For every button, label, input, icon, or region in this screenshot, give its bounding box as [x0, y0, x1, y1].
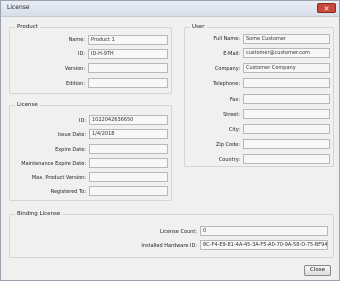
installed-hardware-id-field[interactable]: 8C-F4-E9-81-4A-45-3A-F5-A0-70-9A-58-D-75… [200, 240, 328, 250]
user-fax-label: Fax: [229, 97, 240, 103]
user-zip-field[interactable] [243, 139, 330, 149]
user-zip-label: Zip Code: [215, 142, 240, 148]
installed-hardware-id-label: Installed Hardware ID: [141, 243, 197, 249]
close-icon[interactable]: ✕ [317, 3, 336, 13]
license-maintenance-expire-label: Maintenance Expire Date: [21, 161, 86, 167]
user-street-label: Street: [223, 112, 240, 118]
license-maintenance-expire-field[interactable] [89, 158, 168, 168]
product-edition-field[interactable] [88, 78, 168, 88]
window-title: License [7, 4, 30, 11]
license-max-product-version-field[interactable] [89, 172, 168, 182]
license-id-label: ID: [78, 118, 86, 124]
license-issue-date-label: Issue Date: [57, 132, 86, 138]
product-edition-label: Edition: [66, 81, 85, 87]
user-email-label: E-Mail: [223, 51, 240, 57]
product-version-label: Version: [64, 66, 85, 72]
license-count-label: License Count: [160, 229, 197, 235]
user-country-label: Country: [218, 157, 240, 163]
user-telephone-field[interactable] [243, 78, 330, 88]
title-bar[interactable]: License ✕ [1, 1, 339, 17]
product-name-label: Name: [68, 37, 85, 43]
license-count-field[interactable]: 0 [200, 226, 328, 236]
product-id-field[interactable]: ID-H-9TH [88, 49, 168, 59]
product-group-title: Product [15, 24, 40, 30]
user-country-field[interactable] [243, 154, 330, 164]
user-fullname-label: Full Name: [213, 36, 240, 42]
license-max-product-version-label: Max. Product Version: [31, 175, 86, 181]
license-expire-date-label: Expire Date: [55, 147, 86, 153]
license-expire-date-field[interactable] [89, 144, 168, 154]
license-registered-to-field[interactable] [89, 186, 168, 196]
license-dialog: License ✕ Product Name: Product 1 ID: ID… [0, 0, 340, 281]
product-id-label: ID: [77, 51, 85, 57]
license-issue-date-field[interactable]: 1/4/2018 [89, 129, 168, 139]
user-telephone-label: Telephone: [212, 81, 240, 87]
binding-license-group-title: Binding License [15, 211, 63, 217]
license-id-field[interactable]: 1022042636650 [89, 115, 168, 125]
user-city-label: City: [228, 127, 240, 133]
license-group-title: License [15, 102, 40, 108]
user-company-field[interactable]: Customer Company [243, 63, 330, 73]
user-street-field[interactable] [243, 109, 330, 119]
product-name-field[interactable]: Product 1 [88, 35, 168, 45]
user-city-field[interactable] [243, 124, 330, 134]
user-company-label: Company: [214, 66, 240, 72]
user-group-title: User [190, 24, 207, 30]
close-button[interactable]: Close [304, 265, 331, 276]
binding-license-group: Binding License [9, 211, 334, 258]
license-registered-to-label: Registered To: [50, 189, 86, 195]
user-fax-field[interactable] [243, 94, 330, 104]
product-version-field[interactable] [88, 63, 168, 73]
user-email-field[interactable]: customer@customer.com [243, 48, 330, 58]
user-fullname-field[interactable]: Some Customer [243, 34, 330, 44]
